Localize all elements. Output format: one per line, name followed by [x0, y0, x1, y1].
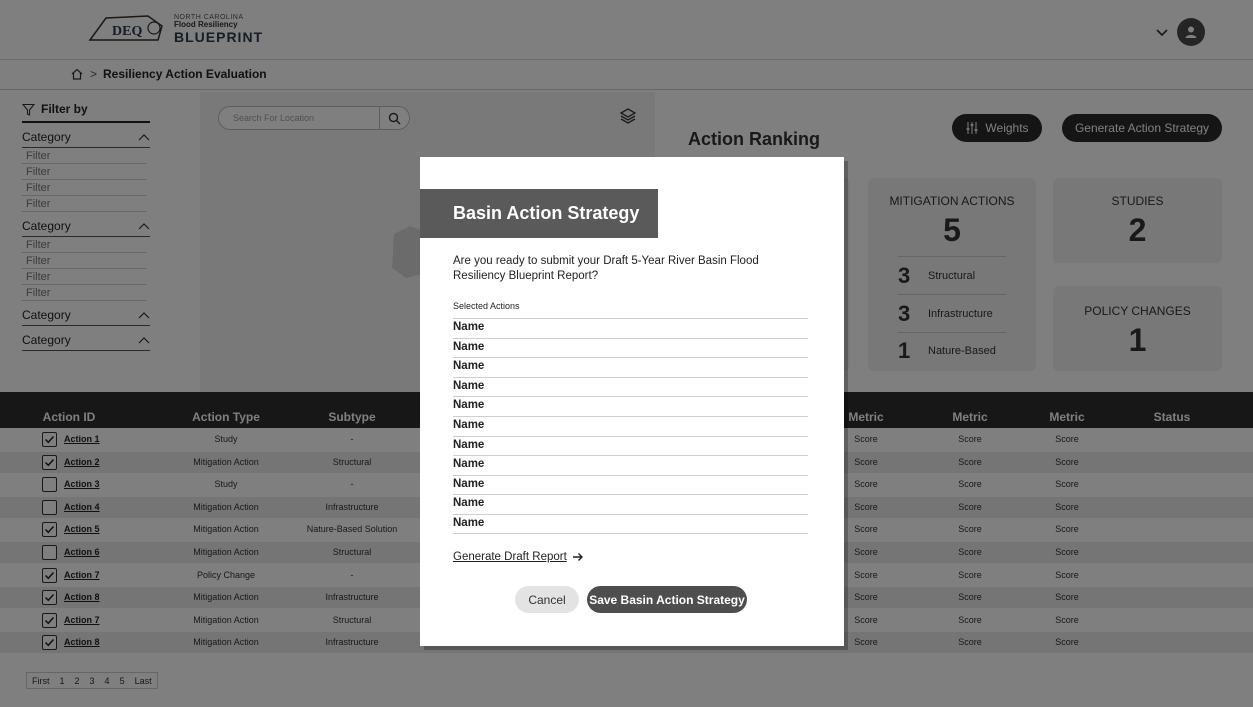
selected-action-name: Name	[453, 455, 808, 475]
basin-action-strategy-dialog: Basin Action Strategy Are you ready to s…	[420, 157, 844, 646]
dialog-question: Are you ready to submit your Draft 5-Yea…	[453, 255, 759, 282]
selected-actions-label: Selected Actions	[453, 301, 520, 311]
selected-action-name: Name	[453, 376, 808, 397]
dialog-title: Basin Action Strategy	[420, 189, 658, 238]
selected-action-name: Name	[453, 415, 808, 436]
selected-action-name: Name	[453, 513, 808, 534]
generate-draft-report-link[interactable]: Generate Draft Report	[453, 551, 584, 563]
selected-action-name: Name	[453, 337, 808, 358]
cancel-button[interactable]: Cancel	[515, 586, 579, 613]
selected-actions-list: Name Name Name Name Name Name Name Name …	[453, 318, 808, 534]
selected-action-name: Name	[453, 474, 808, 495]
selected-action-name: Name	[453, 494, 808, 514]
draft-link-label: Generate Draft Report	[453, 551, 567, 563]
save-basin-action-strategy-button[interactable]: Save Basin Action Strategy	[587, 586, 747, 613]
selected-action-name: Name	[453, 396, 808, 416]
selected-action-name: Name	[453, 357, 808, 377]
selected-action-name: Name	[453, 318, 808, 338]
arrow-right-icon	[572, 553, 583, 561]
selected-action-name: Name	[453, 435, 808, 456]
